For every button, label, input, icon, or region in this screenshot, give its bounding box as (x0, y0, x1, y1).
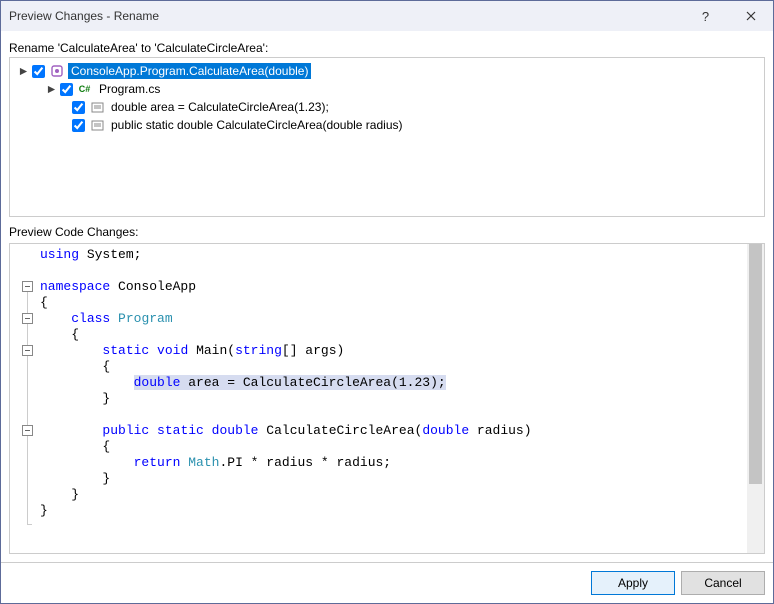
fold-gutter[interactable] (10, 244, 34, 553)
tree-row-file[interactable]: C# Program.cs (12, 80, 762, 98)
cancel-button[interactable]: Cancel (681, 571, 765, 595)
code-preview-label: Preview Code Changes: (9, 225, 765, 239)
tree-row-reference[interactable]: public static double CalculateCircleArea… (12, 116, 762, 134)
code-reference-icon (89, 117, 105, 133)
fold-toggle[interactable] (22, 345, 33, 356)
dialog-footer: Apply Cancel (1, 562, 773, 603)
close-icon (746, 9, 756, 24)
tree-label: double area = CalculateCircleArea(1.23); (108, 99, 332, 115)
fold-line (27, 292, 28, 524)
fold-toggle[interactable] (22, 281, 33, 292)
expand-icon[interactable] (44, 82, 58, 96)
apply-button[interactable]: Apply (591, 571, 675, 595)
titlebar: Preview Changes - Rename ? (1, 1, 773, 31)
fold-end (27, 524, 32, 525)
symbol-icon (49, 63, 65, 79)
tree-checkbox[interactable] (60, 83, 73, 96)
tree-checkbox[interactable] (72, 101, 85, 114)
fold-toggle[interactable] (22, 425, 33, 436)
vertical-scrollbar[interactable] (747, 244, 764, 553)
code-reference-icon (89, 99, 105, 115)
tree-label: Program.cs (96, 81, 163, 97)
close-button[interactable] (728, 1, 773, 31)
tree-row-root[interactable]: ConsoleApp.Program.CalculateArea(double) (12, 62, 762, 80)
fold-toggle[interactable] (22, 313, 33, 324)
scroll-thumb[interactable] (749, 244, 762, 484)
csharp-file-icon: C# (77, 81, 93, 97)
window-title: Preview Changes - Rename (9, 9, 159, 23)
tree-checkbox[interactable] (72, 119, 85, 132)
changes-tree[interactable]: ConsoleApp.Program.CalculateArea(double)… (9, 57, 765, 217)
tree-checkbox[interactable] (32, 65, 45, 78)
code-preview: using System; namespace ConsoleApp { cla… (9, 243, 765, 554)
tree-label: ConsoleApp.Program.CalculateArea(double) (68, 63, 311, 79)
tree-row-reference[interactable]: double area = CalculateCircleArea(1.23); (12, 98, 762, 116)
help-button[interactable]: ? (683, 1, 728, 31)
rename-description: Rename 'CalculateArea' to 'CalculateCirc… (9, 41, 765, 55)
code-text: using System; namespace ConsoleApp { cla… (34, 244, 747, 553)
tree-label: public static double CalculateCircleArea… (108, 117, 406, 133)
expand-icon[interactable] (16, 64, 30, 78)
